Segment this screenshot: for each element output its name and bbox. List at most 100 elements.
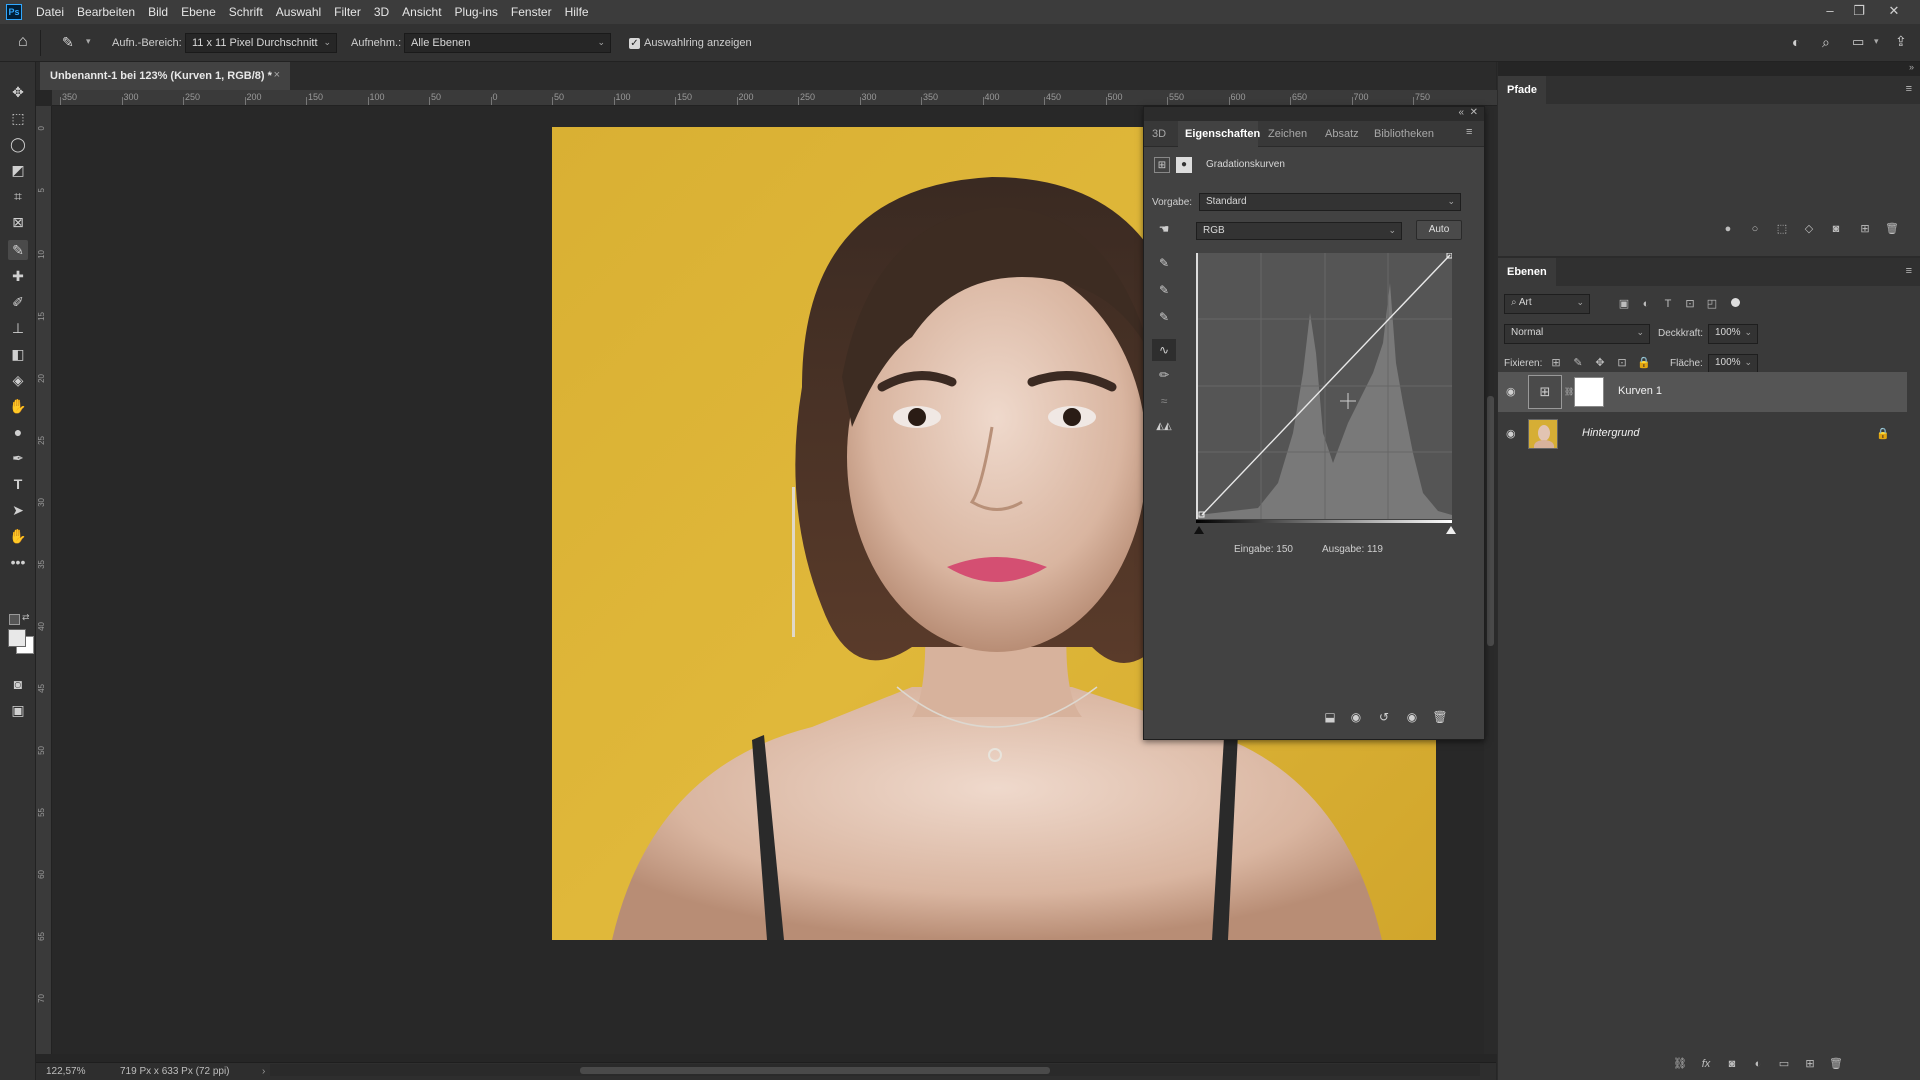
move-tool-icon[interactable]: ✥ bbox=[8, 82, 28, 102]
menu-3d[interactable]: 3D bbox=[374, 5, 389, 19]
horizontal-scrollbar-thumb[interactable] bbox=[580, 1067, 1050, 1074]
filter-pixel-icon[interactable]: ▣ bbox=[1616, 296, 1632, 312]
curves-graph[interactable] bbox=[1196, 252, 1453, 519]
targeted-adjustment-icon[interactable]: ☚ bbox=[1156, 221, 1172, 237]
tab-bibliotheken[interactable]: Bibliotheken bbox=[1374, 128, 1434, 140]
opacity-input[interactable]: 100% ⌄ bbox=[1708, 324, 1758, 344]
layer-visibility-eye-icon[interactable]: ◉ bbox=[1506, 385, 1520, 399]
new-group-icon[interactable]: ▭ bbox=[1776, 1056, 1792, 1072]
layer-row-hintergrund[interactable]: ◉ Hintergrund 🔒 bbox=[1498, 414, 1907, 454]
delete-adjustment-icon[interactable]: 🗑 bbox=[1432, 709, 1448, 725]
channel-select[interactable]: RGB ⌄ bbox=[1196, 222, 1402, 240]
properties-panel-header[interactable]: « ✕ bbox=[1144, 107, 1484, 121]
more-tools-icon[interactable]: ••• bbox=[8, 552, 28, 572]
lock-position-icon[interactable]: ✥ bbox=[1592, 355, 1608, 371]
panel-menu-icon[interactable]: ≡ bbox=[1466, 126, 1472, 138]
path-to-selection-icon[interactable]: ⬚ bbox=[1774, 221, 1790, 237]
fill-input[interactable]: 100% ⌄ bbox=[1708, 354, 1758, 374]
vertical-scrollbar[interactable] bbox=[1484, 106, 1497, 1054]
shape-tool-icon[interactable]: ✋ bbox=[8, 526, 28, 546]
menu-schrift[interactable]: Schrift bbox=[229, 5, 263, 19]
tool-preset-chevron-icon[interactable]: ▾ bbox=[86, 36, 91, 47]
clip-to-layer-icon[interactable]: ⬓ bbox=[1322, 709, 1338, 725]
horizontal-scrollbar[interactable] bbox=[270, 1064, 1480, 1076]
tab-eigenschaften[interactable]: Eigenschaften bbox=[1185, 128, 1260, 140]
filter-type-icon[interactable]: T bbox=[1660, 296, 1676, 312]
menu-plugins[interactable]: Plug-ins bbox=[455, 5, 498, 19]
home-icon[interactable]: ⌂ bbox=[18, 33, 38, 53]
eraser-tool-icon[interactable]: ◧ bbox=[8, 344, 28, 364]
selection-to-path-icon[interactable]: ◇ bbox=[1801, 221, 1817, 237]
share-icon[interactable]: ⇪ bbox=[1895, 33, 1907, 50]
type-tool-icon[interactable]: T bbox=[8, 474, 28, 494]
lock-transparency-icon[interactable]: ⊞ bbox=[1548, 355, 1564, 371]
panel-menu-icon[interactable]: ≡ bbox=[1906, 83, 1912, 95]
visibility-eye-icon[interactable]: ◉ bbox=[1404, 709, 1420, 725]
view-previous-state-icon[interactable]: ◉ bbox=[1348, 709, 1364, 725]
filter-adjustment-icon[interactable]: ◐ bbox=[1638, 296, 1654, 312]
blur-tool-icon[interactable]: ✋ bbox=[8, 396, 28, 416]
draw-curve-pencil-icon[interactable]: ✏ bbox=[1156, 367, 1172, 383]
close-window-icon[interactable]: ✕ bbox=[1881, 3, 1907, 21]
menu-bearbeiten[interactable]: Bearbeiten bbox=[77, 5, 135, 19]
collapse-panel-icon[interactable]: « bbox=[1458, 107, 1464, 118]
filter-smart-object-icon[interactable]: ◰ bbox=[1704, 296, 1720, 312]
stamp-tool-icon[interactable]: ⊥ bbox=[8, 318, 28, 338]
frame-tool-icon[interactable]: ⊠ bbox=[8, 212, 28, 232]
layer-name[interactable]: Hintergrund bbox=[1582, 427, 1639, 439]
clipping-warning-icon[interactable]: ◭◭ bbox=[1156, 419, 1172, 435]
gray-point-eyedropper-icon[interactable]: ✎ bbox=[1156, 282, 1172, 298]
layer-style-fx-icon[interactable]: fx bbox=[1698, 1056, 1714, 1072]
menu-filter[interactable]: Filter bbox=[334, 5, 361, 19]
menu-fenster[interactable]: Fenster bbox=[511, 5, 552, 19]
close-tab-icon[interactable]: × bbox=[274, 69, 280, 81]
filter-toggle-icon[interactable] bbox=[1731, 298, 1740, 307]
delete-layer-icon[interactable]: 🗑 bbox=[1828, 1056, 1844, 1072]
mask-icon[interactable]: ● bbox=[1176, 157, 1192, 173]
lock-artboard-icon[interactable]: ⊡ bbox=[1614, 355, 1630, 371]
link-layers-icon[interactable]: ⛓ bbox=[1672, 1056, 1688, 1072]
paint-bucket-tool-icon[interactable]: ◈ bbox=[8, 370, 28, 390]
white-point-eyedropper-icon[interactable]: ✎ bbox=[1156, 309, 1172, 325]
foreground-color-swatch[interactable] bbox=[8, 629, 26, 647]
new-layer-icon[interactable]: ⊞ bbox=[1802, 1056, 1818, 1072]
status-expand-icon[interactable]: › bbox=[262, 1066, 265, 1077]
workspace-icon[interactable]: ▭ bbox=[1852, 34, 1864, 50]
collapse-dock-icon[interactable]: » bbox=[1909, 62, 1914, 72]
add-layer-mask-icon[interactable]: ◙ bbox=[1724, 1056, 1740, 1072]
screen-mode-icon[interactable]: ▣ bbox=[8, 700, 28, 720]
link-mask-icon[interactable]: ⛓ bbox=[1564, 387, 1574, 396]
menu-ansicht[interactable]: Ansicht bbox=[402, 5, 441, 19]
layer-row-kurven-1[interactable]: ◉ ⊞ ⛓ Kurven 1 bbox=[1498, 372, 1907, 412]
marquee-tool-icon[interactable]: ⬚ bbox=[8, 108, 28, 128]
search-icon[interactable]: ⌕ bbox=[1822, 34, 1830, 51]
restore-icon[interactable]: ❐ bbox=[1846, 3, 1872, 21]
tab-3d[interactable]: 3D bbox=[1152, 128, 1166, 140]
default-colors-icon[interactable] bbox=[9, 614, 20, 625]
crop-tool-icon[interactable]: ⌗ bbox=[8, 186, 28, 206]
object-selection-tool-icon[interactable]: ◩ bbox=[8, 160, 28, 180]
lasso-tool-icon[interactable]: ◯ bbox=[8, 134, 28, 154]
layer-name[interactable]: Kurven 1 bbox=[1618, 385, 1662, 397]
tab-ebenen[interactable]: Ebenen bbox=[1498, 258, 1556, 286]
eyedropper-tool-icon[interactable]: ✎ bbox=[62, 34, 80, 52]
menu-ebene[interactable]: Ebene bbox=[181, 5, 216, 19]
document-tab[interactable]: Unbenannt-1 bei 123% (Kurven 1, RGB/8) *… bbox=[40, 62, 290, 90]
filter-shape-icon[interactable]: ⊡ bbox=[1682, 296, 1698, 312]
smooth-curve-icon[interactable]: ≈ bbox=[1156, 393, 1172, 409]
vertical-scrollbar-thumb[interactable] bbox=[1487, 396, 1494, 646]
quick-mask-icon[interactable]: ◙ bbox=[8, 674, 28, 694]
path-selection-tool-icon[interactable]: ➤ bbox=[8, 500, 28, 520]
sample-layers-select[interactable]: Alle Ebenen ⌄ bbox=[404, 33, 611, 53]
black-point-eyedropper-icon[interactable]: ✎ bbox=[1156, 255, 1172, 271]
dodge-tool-icon[interactable]: ● bbox=[8, 422, 28, 442]
fill-path-icon[interactable]: ● bbox=[1720, 221, 1736, 237]
swap-colors-icon[interactable]: ⇄ bbox=[22, 612, 30, 623]
auto-button[interactable]: Auto bbox=[1416, 220, 1462, 240]
menu-datei[interactable]: Datei bbox=[36, 5, 64, 19]
panel-menu-icon[interactable]: ≡ bbox=[1906, 265, 1912, 277]
healing-brush-tool-icon[interactable]: ✚ bbox=[8, 266, 28, 286]
chevron-down-icon[interactable]: ▾ bbox=[1874, 36, 1879, 47]
new-path-icon[interactable]: ⊞ bbox=[1857, 221, 1873, 237]
lock-pixels-icon[interactable]: ✎ bbox=[1570, 355, 1586, 371]
